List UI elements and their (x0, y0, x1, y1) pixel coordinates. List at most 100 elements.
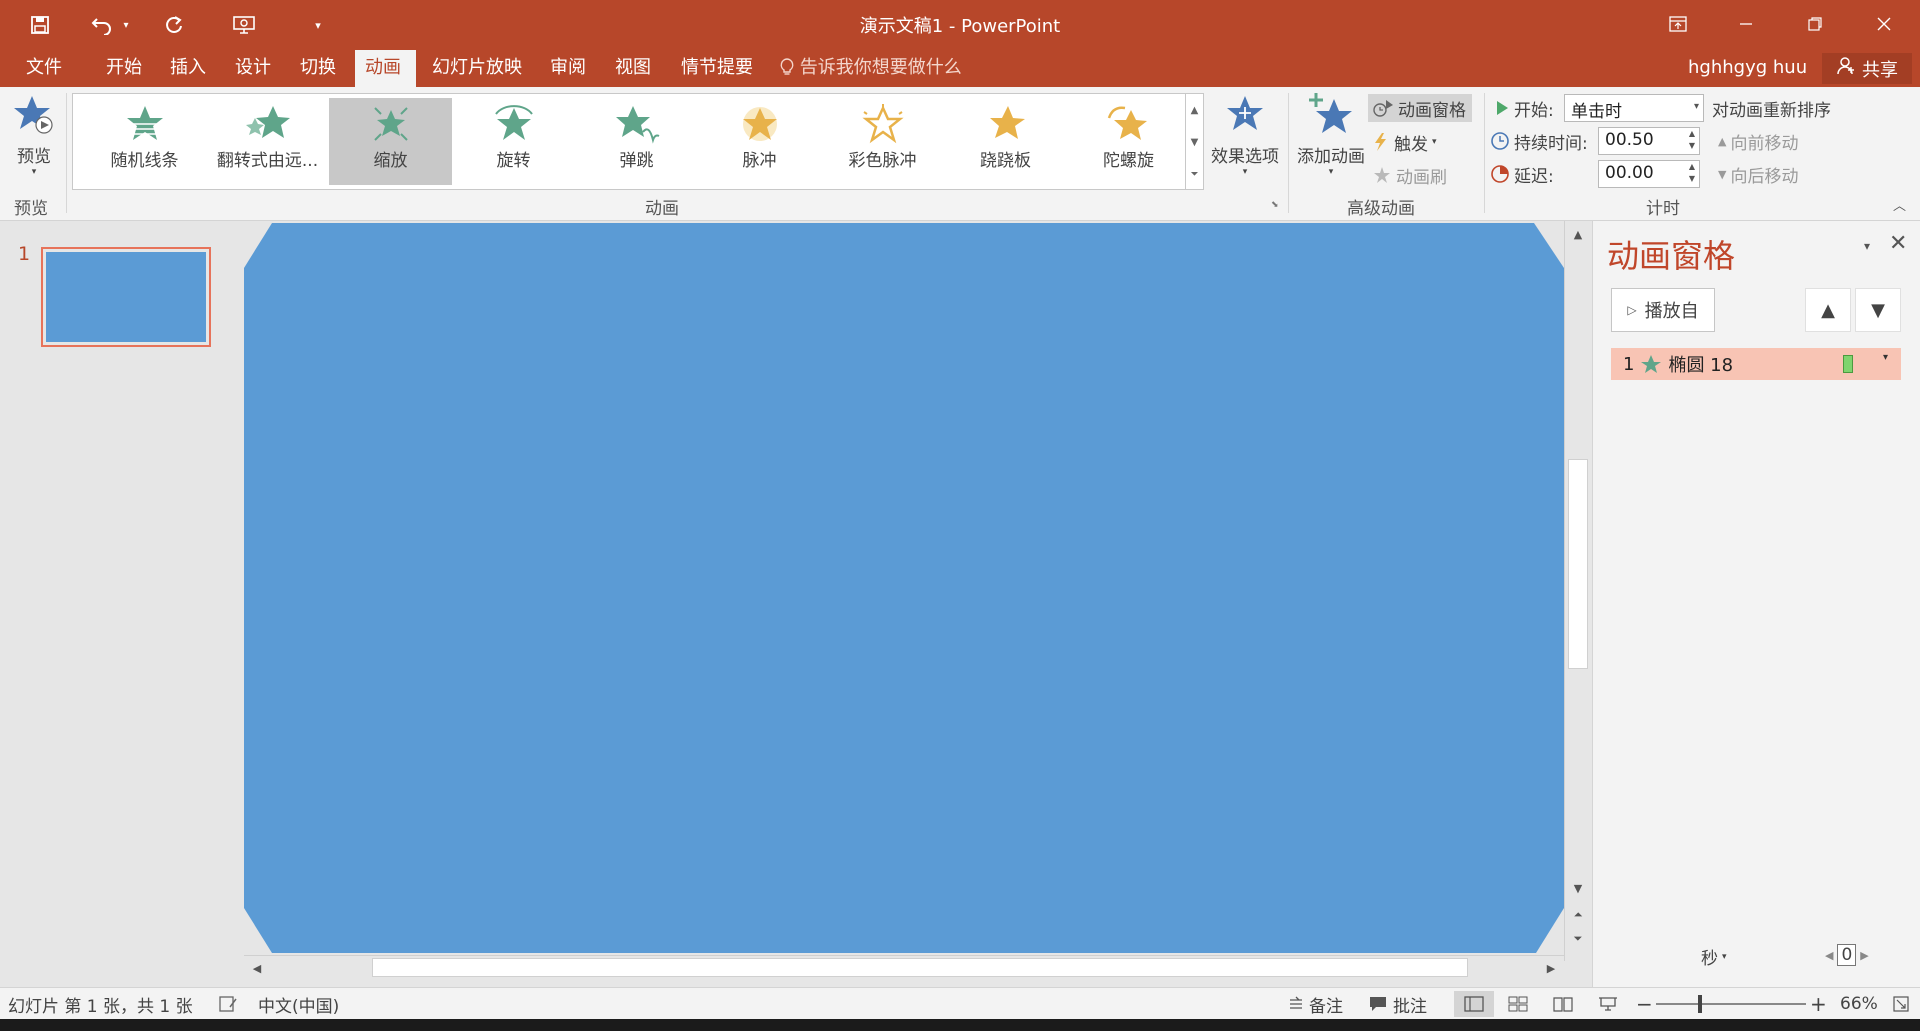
move-earlier-button[interactable]: ▲ 向前移动 (1718, 127, 1798, 155)
comment-icon (1370, 997, 1386, 1011)
tab-design[interactable]: 设计 (225, 50, 281, 87)
play-from-button[interactable]: ▷ 播放自 (1611, 288, 1715, 332)
gallery-label: 跷跷板 (980, 151, 1031, 171)
move-later-button[interactable]: ▼ 向后移动 (1718, 160, 1798, 188)
add-animation-button[interactable]: 添加动画 ▾ (1292, 91, 1370, 177)
duration-input[interactable]: 00.50 ▲ ▼ (1598, 127, 1700, 155)
tab-insert[interactable]: 插入 (160, 50, 216, 87)
notes-button[interactable]: 备注 (1288, 988, 1343, 1020)
animation-list-item[interactable]: 1 椭圆 18 ▾ (1611, 348, 1901, 380)
gallery-item-teeter[interactable]: 跷跷板 (944, 98, 1067, 185)
zoom-slider-thumb[interactable] (1698, 995, 1702, 1013)
slide-info[interactable]: 幻灯片 第 1 张，共 1 张 (8, 988, 193, 1020)
animation-timeline-bar[interactable] (1843, 355, 1853, 373)
slide-thumbnail[interactable] (41, 247, 211, 347)
horizontal-scroll-thumb[interactable] (372, 958, 1468, 977)
zoom-in-button[interactable]: + (1810, 988, 1827, 1020)
spell-check-icon[interactable] (218, 988, 238, 1020)
zoom-star-icon (373, 107, 408, 141)
pane-options-icon[interactable]: ▾ (1864, 239, 1870, 253)
user-name[interactable]: hghhgyg huu (1688, 50, 1807, 87)
slide-sorter-icon (1508, 996, 1528, 1012)
pane-close-icon[interactable]: ✕ (1889, 231, 1907, 256)
delay-down-icon[interactable]: ▼ (1689, 174, 1695, 183)
previous-slide-icon[interactable]: ⏶ (1565, 904, 1591, 926)
gallery-item-zoom[interactable]: 缩放 (329, 98, 452, 185)
gallery-label: 脉冲 (742, 151, 777, 171)
tell-me-box[interactable]: 告诉我你想要做什么 (780, 50, 962, 87)
gallery-item-grow-turn[interactable]: 翻转式由远... (206, 98, 329, 185)
gallery-item-spin[interactable]: 旋转 (452, 98, 575, 185)
zoom-out-button[interactable]: − (1636, 988, 1653, 1020)
delay-clock-icon (1491, 165, 1509, 183)
slide-canvas[interactable] (244, 223, 1564, 953)
animation-painter-button[interactable]: 动画刷 (1372, 161, 1447, 189)
gallery-item-pulse[interactable]: 脉冲 (698, 98, 821, 185)
tab-view[interactable]: 视图 (605, 50, 661, 87)
delay-up-icon[interactable]: ▲ (1689, 162, 1695, 171)
start-label: 开始: (1514, 100, 1554, 121)
group-separator (66, 93, 67, 213)
slide-sorter-button[interactable] (1498, 991, 1538, 1017)
gallery-item-color-pulse[interactable]: 彩色脉冲 (821, 98, 944, 185)
collapse-ribbon-icon[interactable]: ︿ (1893, 195, 1906, 214)
pulse-star-icon (742, 107, 777, 141)
seconds-dropdown[interactable]: 秒 ▾ (1701, 944, 1727, 969)
gallery-item-random-bars[interactable]: 随机线条 (83, 98, 206, 185)
trigger-button[interactable]: 触发 ▾ (1372, 128, 1437, 156)
dialog-launcher-icon[interactable]: ⬊ (1271, 200, 1279, 210)
fit-to-window-icon[interactable] (1892, 988, 1910, 1020)
preview-dropdown-icon[interactable]: ▾ (8, 167, 60, 177)
gallery-more-icon[interactable]: ⏷ (1186, 158, 1203, 190)
zoom-level[interactable]: 66% (1840, 988, 1878, 1020)
gallery-label: 缩放 (373, 151, 408, 171)
gallery-item-bounce[interactable]: 弹跳 (575, 98, 698, 185)
gallery-scroll-down-icon[interactable]: ▼ (1186, 126, 1203, 158)
effect-options-button[interactable]: 效果选项 ▾ (1207, 93, 1283, 177)
add-animation-label: 添加动画 (1297, 147, 1365, 167)
tab-file[interactable]: 文件 (16, 50, 72, 87)
timeline-zoom-control: ◀ 0 ▶ (1825, 944, 1869, 966)
timeline-zoom-out-icon[interactable]: ◀ (1825, 949, 1833, 962)
scroll-down-icon[interactable]: ▼ (1565, 877, 1591, 899)
tab-storyboarding[interactable]: 情节提要 (671, 50, 763, 87)
restore-icon[interactable] (1787, 6, 1843, 42)
animation-pane-button[interactable]: 动画窗格 (1368, 94, 1472, 122)
gallery-item-spinner[interactable]: 陀螺旋 (1067, 98, 1190, 185)
delay-input[interactable]: 00.00 ▲ ▼ (1598, 160, 1700, 188)
close-icon[interactable] (1856, 6, 1912, 42)
start-select[interactable]: 单击时 ▾ (1564, 94, 1704, 122)
scroll-up-icon[interactable]: ▲ (1565, 223, 1591, 245)
reading-view-button[interactable] (1543, 991, 1583, 1017)
slideshow-view-icon (1599, 997, 1617, 1011)
tab-animations[interactable]: 动画 (355, 50, 416, 87)
tab-review[interactable]: 审阅 (540, 50, 596, 87)
language-indicator[interactable]: 中文(中国) (258, 988, 339, 1020)
tab-home[interactable]: 开始 (96, 50, 152, 87)
preview-button[interactable]: 预览 ▾ (8, 93, 60, 177)
slide-number: 1 (18, 243, 31, 265)
scroll-right-icon[interactable]: ▶ (1540, 956, 1562, 980)
timeline-zoom-in-icon[interactable]: ▶ (1860, 949, 1868, 962)
tab-slideshow[interactable]: 幻灯片放映 (422, 50, 532, 87)
duration-down-icon[interactable]: ▼ (1689, 141, 1695, 150)
group-label-advanced-animation: 高级动画 (1347, 199, 1415, 219)
comments-button[interactable]: 批注 (1368, 988, 1427, 1020)
share-button[interactable]: 共享 (1822, 53, 1912, 84)
pane-move-up-button[interactable]: ▲ (1805, 288, 1851, 332)
zoom-slider-track[interactable] (1656, 1003, 1806, 1005)
normal-view-button[interactable] (1454, 991, 1494, 1017)
minimize-icon[interactable] (1718, 6, 1774, 42)
animation-item-dropdown-icon[interactable]: ▾ (1883, 352, 1888, 363)
horizontal-scrollbar[interactable]: ◀ ▶ (244, 955, 1564, 979)
ribbon-display-options-icon[interactable] (1650, 6, 1706, 42)
scroll-left-icon[interactable]: ◀ (246, 956, 268, 980)
slideshow-view-button[interactable] (1588, 991, 1628, 1017)
duration-up-icon[interactable]: ▲ (1689, 129, 1695, 138)
vertical-scroll-thumb[interactable] (1568, 459, 1588, 669)
pane-move-down-button[interactable]: ▼ (1855, 288, 1901, 332)
next-slide-icon[interactable]: ⏷ (1565, 928, 1591, 950)
vertical-scrollbar[interactable]: ▲ ▼ ⏶ ⏷ (1564, 221, 1590, 961)
gallery-scroll-up-icon[interactable]: ▲ (1186, 94, 1203, 126)
tab-transitions[interactable]: 切换 (290, 50, 346, 87)
